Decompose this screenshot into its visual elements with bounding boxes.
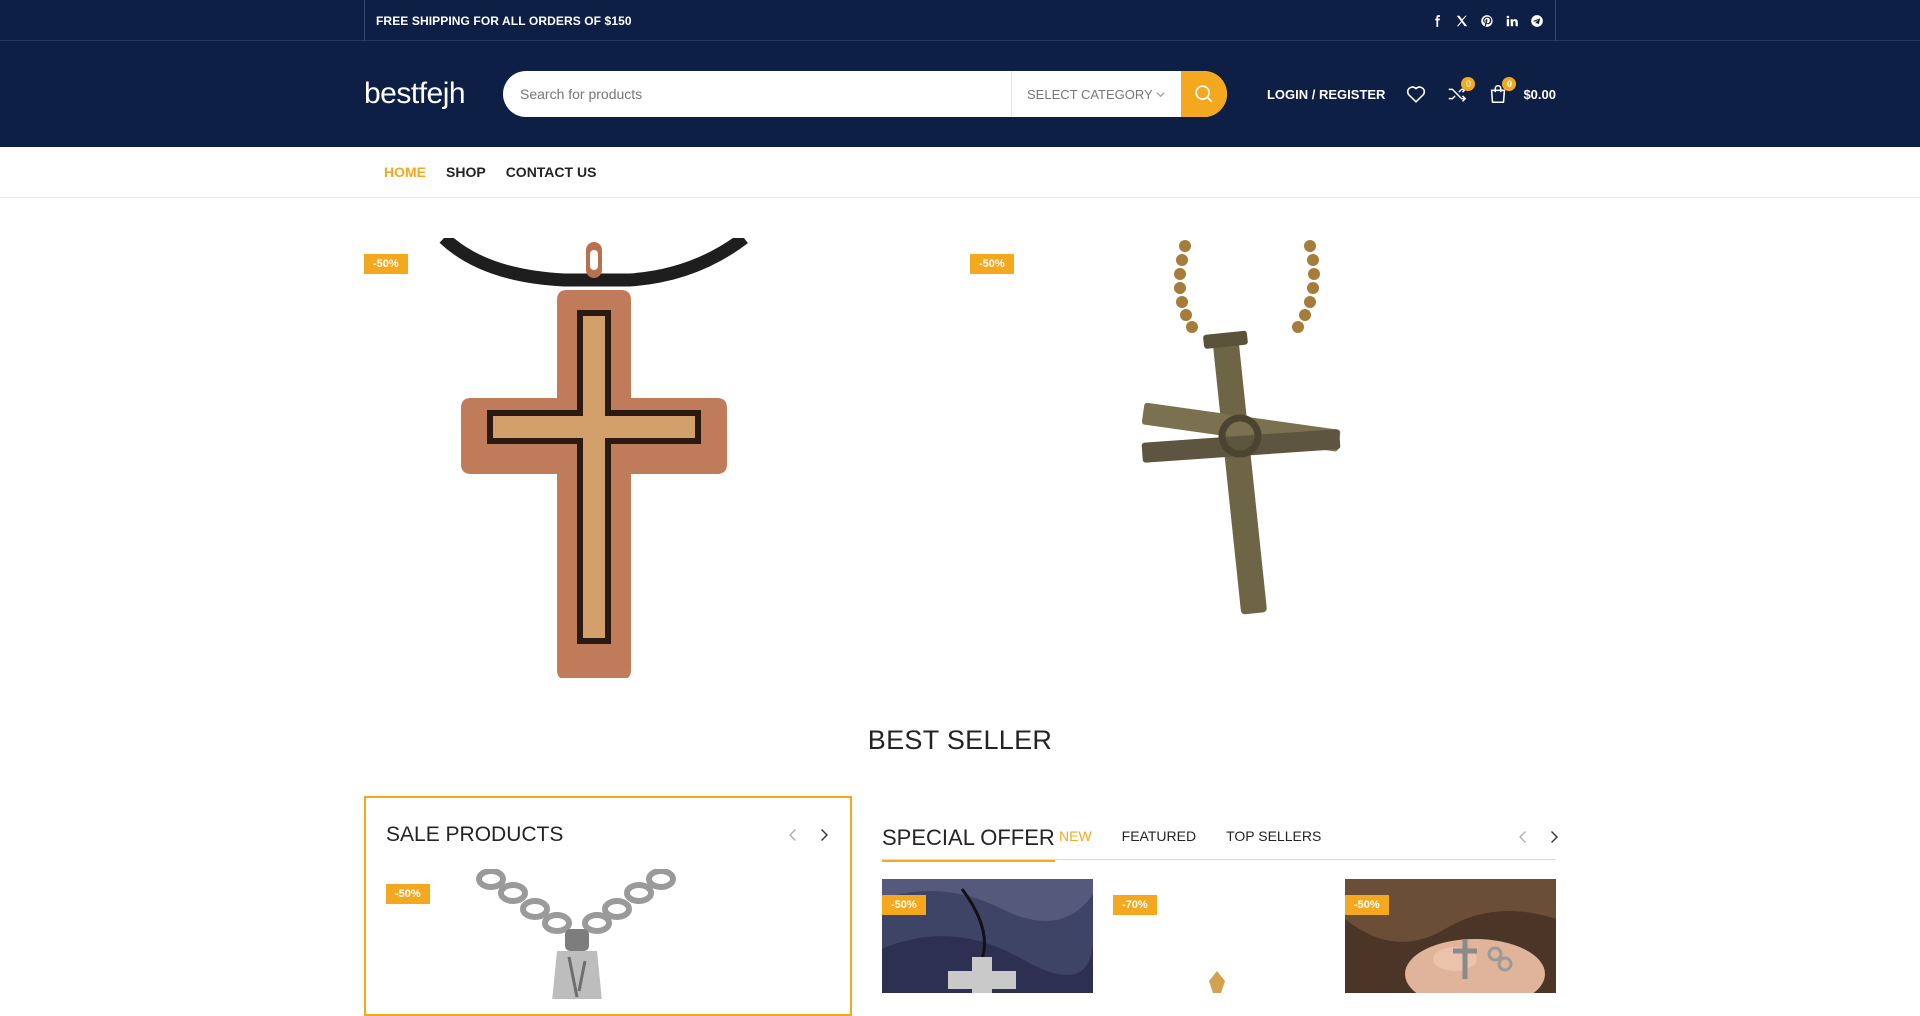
copper-cross-pendant-image bbox=[439, 238, 748, 678]
special-offer-title: SPECIAL OFFER bbox=[882, 825, 1055, 862]
search-icon bbox=[1195, 85, 1213, 103]
sale-product-badge: -50% bbox=[386, 884, 430, 904]
compare-count-badge: 0 bbox=[1461, 77, 1476, 91]
nav-item-contact-us[interactable]: CONTACT US bbox=[506, 164, 597, 180]
search-input[interactable] bbox=[503, 71, 1011, 117]
special-offer-header: SPECIAL OFFER NEW FEATURED TOP SELLERS bbox=[882, 816, 1558, 862]
site-logo[interactable]: bestfejh bbox=[364, 77, 503, 111]
hero-sale-badge: -50% bbox=[364, 254, 408, 274]
linkedin-icon[interactable] bbox=[1505, 14, 1519, 28]
special-offer-tabs: NEW FEATURED TOP SELLERS bbox=[1059, 828, 1321, 844]
cart-count-badge: 0 bbox=[1502, 77, 1517, 91]
category-select[interactable]: SELECT CATEGORY bbox=[1011, 71, 1181, 117]
chevron-down-icon bbox=[1156, 91, 1165, 97]
special-product-1[interactable]: -50% bbox=[882, 879, 1093, 993]
nav-item-shop[interactable]: SHOP bbox=[446, 164, 486, 180]
nail-cross-pendant-image bbox=[1141, 240, 1341, 615]
special-offer-arrows bbox=[1516, 830, 1561, 844]
cart-icon-wrap: 0 bbox=[1487, 77, 1517, 105]
pinterest-icon[interactable] bbox=[1480, 14, 1494, 28]
special-product-badge: -70% bbox=[1113, 895, 1157, 915]
search-button[interactable] bbox=[1181, 71, 1227, 117]
site-header: bestfejh SELECT CATEGORY LOGIN / REGISTE… bbox=[0, 41, 1920, 147]
special-product-3[interactable]: -50% bbox=[1345, 879, 1556, 993]
main-navigation: HOME SHOP CONTACT US bbox=[0, 147, 1920, 198]
tab-new[interactable]: NEW bbox=[1059, 828, 1092, 844]
social-links bbox=[1430, 14, 1544, 28]
top-bar: FREE SHIPPING FOR ALL ORDERS OF $150 bbox=[0, 0, 1920, 41]
special-product-badge: -50% bbox=[1345, 895, 1389, 915]
chevron-left-icon[interactable] bbox=[786, 828, 800, 842]
wishlist-button[interactable] bbox=[1405, 83, 1427, 105]
cart-total: $0.00 bbox=[1523, 86, 1556, 102]
category-select-label: SELECT CATEGORY bbox=[1027, 86, 1153, 102]
best-seller-heading: BEST SELLER bbox=[867, 725, 1053, 755]
search-form: SELECT CATEGORY bbox=[503, 71, 1227, 117]
nav-item-home[interactable]: HOME bbox=[384, 164, 426, 180]
sale-products-arrows bbox=[786, 828, 831, 842]
hero-banner: -50% -50% bbox=[0, 238, 1920, 678]
chevron-right-icon[interactable] bbox=[817, 828, 831, 842]
x-icon[interactable] bbox=[1455, 14, 1469, 28]
sale-products-title: SALE PRODUCTS bbox=[386, 823, 564, 846]
sale-product-image[interactable] bbox=[461, 869, 761, 999]
cart-button[interactable]: 0 $0.00 bbox=[1487, 77, 1556, 105]
hero-sale-badge: -50% bbox=[970, 254, 1014, 274]
special-product-badge: -50% bbox=[882, 895, 926, 915]
facebook-icon[interactable] bbox=[1430, 14, 1444, 28]
special-product-2[interactable]: -70% bbox=[1113, 879, 1324, 993]
chevron-right-icon[interactable] bbox=[1547, 830, 1561, 844]
heart-icon bbox=[1407, 86, 1426, 103]
login-register-link[interactable]: LOGIN / REGISTER bbox=[1267, 87, 1385, 102]
hero-product-1[interactable]: -50% bbox=[364, 238, 864, 678]
tab-top-sellers[interactable]: TOP SELLERS bbox=[1226, 828, 1321, 844]
hero-product-2[interactable]: -50% bbox=[970, 238, 1470, 678]
compare-button[interactable]: 0 bbox=[1446, 77, 1476, 105]
telegram-icon[interactable] bbox=[1530, 14, 1544, 28]
tab-featured[interactable]: FEATURED bbox=[1122, 828, 1196, 844]
sale-products-box: SALE PRODUCTS -50% bbox=[364, 796, 852, 1016]
shipping-promo: FREE SHIPPING FOR ALL ORDERS OF $150 bbox=[376, 13, 632, 28]
chevron-left-icon[interactable] bbox=[1516, 830, 1530, 844]
